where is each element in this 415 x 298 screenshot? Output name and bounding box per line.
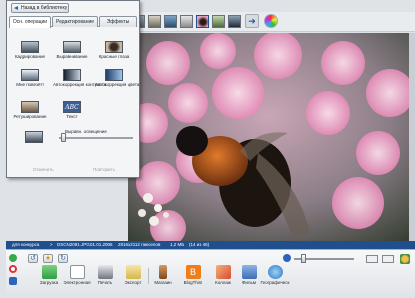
upload-button[interactable]: Загрузка <box>34 265 64 286</box>
back-to-library-label: Назад в библиотеку <box>21 5 68 11</box>
blue-arrow-icon[interactable] <box>9 277 17 285</box>
star-button[interactable]: ★ <box>43 254 53 263</box>
photo-canvas[interactable] <box>128 33 409 241</box>
fill-light-slider-block: Выравн. освещение <box>25 129 135 149</box>
rotate-left-button[interactable]: ↺ <box>28 254 38 263</box>
text-label: Текст <box>66 114 78 119</box>
green-pin-icon[interactable] <box>9 254 17 262</box>
auto-contrast-label: Автокоррекция контраста <box>53 82 107 87</box>
crop-icon <box>21 41 39 53</box>
zoom-out-icon[interactable] <box>283 254 291 262</box>
fit-view-button[interactable] <box>366 255 378 263</box>
red-circle-icon[interactable] <box>9 265 17 273</box>
redo-link[interactable]: Повторить <box>93 167 115 172</box>
fill-light-track[interactable] <box>59 137 133 139</box>
email-envelope-icon <box>69 265 85 279</box>
lucky-label: Мне повезёт! <box>16 82 44 87</box>
photo-date: 01.01.2006 <box>90 242 113 247</box>
shop-label: Магазин <box>154 280 172 285</box>
file-size: 1,2 МБ <box>170 242 185 247</box>
redeye-tool[interactable]: Красные глаза <box>95 41 133 59</box>
file-name: DSCN2091.JPG <box>57 242 90 247</box>
album-name: для конкурса <box>12 242 40 247</box>
edit-tabs: Осн. операции Редактирование Эффекты <box>9 16 137 28</box>
tab-effects[interactable]: Эффекты <box>99 16 137 27</box>
retouch-tool[interactable]: Ретуширование <box>11 101 49 119</box>
retouch-label: Ретуширование <box>13 114 47 119</box>
rotate-right-button[interactable]: ↻ <box>58 254 68 263</box>
crop-label: Кадрирование <box>14 54 46 59</box>
bottom-toolbar: ↺ ★ ↻ Загрузка Электронная Печать Экспор… <box>6 249 415 298</box>
blogthis-button[interactable]: B BlogThis! <box>178 265 208 286</box>
thumbnail-strip: ➜ <box>128 12 415 32</box>
photo-position: (14 из 46) <box>189 242 210 247</box>
fill-light-icon <box>25 131 43 143</box>
actual-size-button[interactable] <box>382 255 394 263</box>
breadcrumb-separator: > <box>50 242 53 247</box>
redeye-label: Красные глаза <box>98 54 130 59</box>
geotag-button[interactable]: Географическ <box>260 265 290 286</box>
photo-dimensions: 2816x2112 пикселов <box>118 242 161 247</box>
tab-tuning[interactable]: Редактирование <box>52 16 98 27</box>
shop-icon <box>159 265 167 279</box>
people-icon[interactable] <box>400 254 410 264</box>
shop-button[interactable]: Магазин <box>148 265 178 286</box>
fill-light-thumb[interactable] <box>61 133 67 142</box>
thumbnail[interactable] <box>164 15 177 28</box>
fill-light-label: Выравн. освещение <box>65 129 107 134</box>
straighten-tool[interactable]: Выравнивание <box>53 41 91 59</box>
next-arrow-icon[interactable]: ➜ <box>245 14 259 28</box>
straighten-label: Выравнивание <box>56 54 88 59</box>
text-abc-icon: ABC <box>63 101 81 113</box>
bee-photo <box>128 33 409 241</box>
thumbnail[interactable] <box>228 15 241 28</box>
crop-tool[interactable]: Кадрирование <box>11 41 49 59</box>
back-arrow-icon <box>14 6 18 10</box>
print-label: Печать <box>97 280 113 285</box>
straighten-icon <box>63 41 81 53</box>
geotag-label: Географическ <box>260 280 290 285</box>
auto-color-label: Автокоррекция цвета <box>95 82 140 87</box>
folder-icon <box>125 265 141 279</box>
thumbnail[interactable] <box>180 15 193 28</box>
email-label: Электронная <box>63 280 91 285</box>
print-button[interactable]: Печать <box>90 265 120 286</box>
auto-color-icon <box>105 69 123 81</box>
edit-panel: Назад в библиотеку Осн. операции Редакти… <box>6 0 140 178</box>
globe-icon <box>267 265 283 279</box>
upload-label: Загрузка <box>39 280 59 285</box>
film-icon <box>241 265 257 279</box>
lucky-icon <box>21 69 39 81</box>
color-wheel-icon[interactable] <box>264 14 278 28</box>
back-to-library-button[interactable]: Назад в библиотеку <box>11 3 69 13</box>
auto-contrast-icon <box>63 69 81 81</box>
export-button[interactable]: Экспорт <box>118 265 148 286</box>
picasa-editor-window: ➜ Назад в библиотеку Осн. операции Редак… <box>0 0 415 298</box>
redeye-icon <box>105 41 123 53</box>
auto-contrast-tool[interactable]: Автокоррекция контраста <box>53 69 107 87</box>
im-feeling-lucky-tool[interactable]: Мне повезёт! <box>11 69 49 87</box>
upload-arrow-icon <box>41 265 57 279</box>
tab-basic-fixes[interactable]: Осн. операции <box>9 16 51 28</box>
printer-icon <box>97 265 113 279</box>
auto-color-tool[interactable]: Автокоррекция цвета <box>95 69 140 87</box>
photo-info-bar: для конкурса > DSCN2091.JPG 01.01.2006 2… <box>6 241 415 249</box>
thumbnail[interactable] <box>148 15 161 28</box>
zoom-slider-thumb[interactable] <box>301 254 307 263</box>
vertical-scrollbar[interactable] <box>409 33 415 241</box>
blogthis-label: BlogThis! <box>183 280 203 285</box>
blogger-icon: B <box>185 265 201 279</box>
collage-icon <box>215 265 231 279</box>
undo-link[interactable]: Отменить <box>33 167 54 172</box>
thumbnail[interactable] <box>212 15 225 28</box>
retouch-icon <box>21 101 39 113</box>
export-label: Экспорт <box>124 280 142 285</box>
email-button[interactable]: Электронная <box>62 265 92 286</box>
text-tool[interactable]: ABC Текст <box>53 101 91 119</box>
thumbnail-selected[interactable] <box>196 15 209 28</box>
